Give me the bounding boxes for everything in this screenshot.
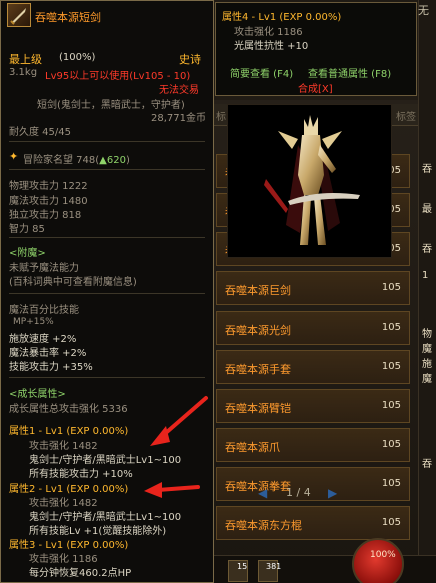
- item-weight: 3.1kg: [9, 67, 38, 78]
- list-item-level: 105: [381, 361, 401, 372]
- hp-orb: [352, 538, 404, 583]
- hotbar-slot-2-count: 381: [266, 562, 282, 571]
- magic-crit: 魔法暴击率 +2%: [9, 348, 87, 359]
- enchant-header: <附魔>: [9, 248, 46, 259]
- list-item[interactable]: 吞噬本源爪 105: [216, 428, 410, 462]
- right-edge-text: 施: [422, 359, 432, 370]
- secondary-tooltip: 属性4 - Lv1 (EXP 0.00%) 攻击强化 1186 光属性抗性 +1…: [215, 2, 417, 96]
- stat-physical-attack: 物理攻击力 1222: [9, 181, 88, 192]
- right-top-text: 无: [418, 4, 429, 17]
- attr1-bonus: 所有技能攻击力 +10%: [29, 469, 133, 480]
- list-item-name: 吞噬本源东方棍: [225, 519, 302, 532]
- pagination: ◀ 1 / 4 ▶: [258, 484, 358, 504]
- list-item-name: 吞噬本源爪: [225, 441, 280, 454]
- item-preview-image: [227, 104, 392, 258]
- item-icon: [7, 3, 31, 27]
- right-edge-text: 最: [422, 204, 432, 215]
- hp-orb-label: 100%: [370, 550, 396, 560]
- right-side-panel: 吞最吞1物魔施魔吞: [418, 0, 436, 583]
- attr2-skill: 鬼剑士/守护者/黑暗武士Lv1~100: [29, 512, 182, 523]
- attr2-boost: 攻击强化 1482: [29, 498, 98, 509]
- attr2-title: 属性2 - Lv1 (EXP 0.00%): [9, 484, 129, 495]
- list-item-name: 吞噬本源光剑: [225, 324, 291, 337]
- attr3-boost: 攻击强化 1186: [29, 554, 98, 565]
- right-edge-text: 物: [422, 329, 432, 340]
- fame-increase: ▲620: [99, 155, 126, 166]
- list-item-level: 105: [381, 322, 401, 333]
- skill-attack-power: 技能攻击力 +35%: [9, 362, 93, 373]
- item-name: 吞噬本源短剑: [35, 11, 101, 24]
- divider: [9, 377, 205, 378]
- list-item[interactable]: 吞噬本源光剑 105: [216, 311, 410, 345]
- magic-percent-skill: 魔法百分比技能: [9, 305, 79, 316]
- list-item-name: 吞噬本源手套: [225, 363, 291, 376]
- cast-speed: 施放速度 +2%: [9, 334, 77, 345]
- tab-right[interactable]: 标签: [396, 108, 416, 123]
- right-edge-text: 吞: [422, 459, 432, 470]
- rarity-grade: 最上级: [9, 53, 42, 66]
- divider: [9, 237, 205, 238]
- stat-magic-attack: 魔法攻击力 1480: [9, 196, 88, 207]
- normal-attr-link[interactable]: 查看普通属性 (F8): [308, 65, 391, 80]
- stat-intelligence: 智力 85: [9, 224, 45, 235]
- fame-icon: ✦: [9, 150, 19, 163]
- armored-knight-figure: [264, 115, 360, 245]
- attr2-bonus: 所有技能Lv +1(觉醒技能除外): [29, 526, 167, 537]
- level-requirement: Lv95以上可以使用(Lv105 - 10): [45, 71, 191, 82]
- prev-page-icon[interactable]: ◀: [258, 486, 267, 500]
- rarity-type: 史诗: [179, 53, 201, 66]
- tab-left[interactable]: 标: [216, 108, 226, 123]
- right-edge-text: 魔: [422, 344, 432, 355]
- attr1-boost: 攻击强化 1482: [29, 441, 98, 452]
- list-item[interactable]: 吞噬本源东方棍 105: [216, 506, 410, 540]
- synthesis-link[interactable]: 合成[X]: [298, 80, 333, 95]
- attr4-title: 属性4 - Lv1 (EXP 0.00%): [222, 12, 342, 23]
- mp-bonus: MP+15%: [13, 317, 54, 327]
- durability: 耐久度 45/45: [9, 127, 71, 138]
- rarity-percent: (100%): [59, 52, 96, 63]
- attr1-skill: 鬼剑士/守护者/黑暗武士Lv1~100: [29, 455, 182, 466]
- hotbar-slot-1-count: 15: [237, 562, 248, 571]
- list-item-level: 105: [381, 439, 401, 450]
- list-item[interactable]: 吞噬本源手套 105: [216, 350, 410, 384]
- untradeable-label: 无法交易: [159, 85, 199, 96]
- page-indicator: 1 / 4: [286, 486, 311, 499]
- enchant-hint: (百科词典中可查看附魔信息): [9, 277, 137, 288]
- right-edge-text: 吞: [422, 244, 432, 255]
- list-item-name: 吞噬本源巨剑: [225, 284, 291, 297]
- attr1-title: 属性1 - Lv1 (EXP 0.00%): [9, 426, 129, 437]
- right-edge-text: 1: [422, 270, 429, 281]
- fame-value: 冒险家名望 748(▲620): [23, 155, 130, 166]
- growth-header: <成长属性>: [9, 389, 66, 400]
- next-page-icon[interactable]: ▶: [328, 486, 337, 500]
- list-item-level: 105: [381, 517, 401, 528]
- list-item-level: 105: [381, 400, 401, 411]
- attr4-boost: 攻击强化 1186: [234, 27, 303, 38]
- dagger-icon: [10, 8, 26, 25]
- divider: [9, 141, 205, 142]
- divider: [9, 293, 205, 294]
- brief-view-link[interactable]: 简要查看 (F4): [230, 65, 293, 80]
- growth-total: 成长属性总攻击强化 5336: [9, 404, 128, 415]
- divider: [9, 169, 205, 170]
- attr3-title: 属性3 - Lv1 (EXP 0.00%): [9, 540, 129, 551]
- attr3-hp-regen: 每分钟恢复460.2点HP: [29, 568, 132, 579]
- enchant-none: 未赋予魔法能力: [9, 263, 79, 274]
- sell-price: 28,771金币: [151, 113, 206, 124]
- right-edge-text: 吞: [422, 164, 432, 175]
- right-edge-text: 魔: [422, 374, 432, 385]
- list-item-level: 105: [381, 282, 401, 293]
- stat-independent-attack: 独立攻击力 818: [9, 210, 82, 221]
- list-item-level: 105: [381, 478, 401, 489]
- item-tooltip: 吞噬本源短剑 最上级 (100%) 史诗 3.1kg Lv95以上可以使用(Lv…: [0, 0, 214, 583]
- list-item[interactable]: 吞噬本源巨剑 105: [216, 271, 410, 305]
- list-item[interactable]: 吞噬本源臂铠 105: [216, 389, 410, 423]
- attr4-light-resistance: 光属性抗性 +10: [234, 41, 309, 52]
- list-item-name: 吞噬本源臂铠: [225, 402, 291, 415]
